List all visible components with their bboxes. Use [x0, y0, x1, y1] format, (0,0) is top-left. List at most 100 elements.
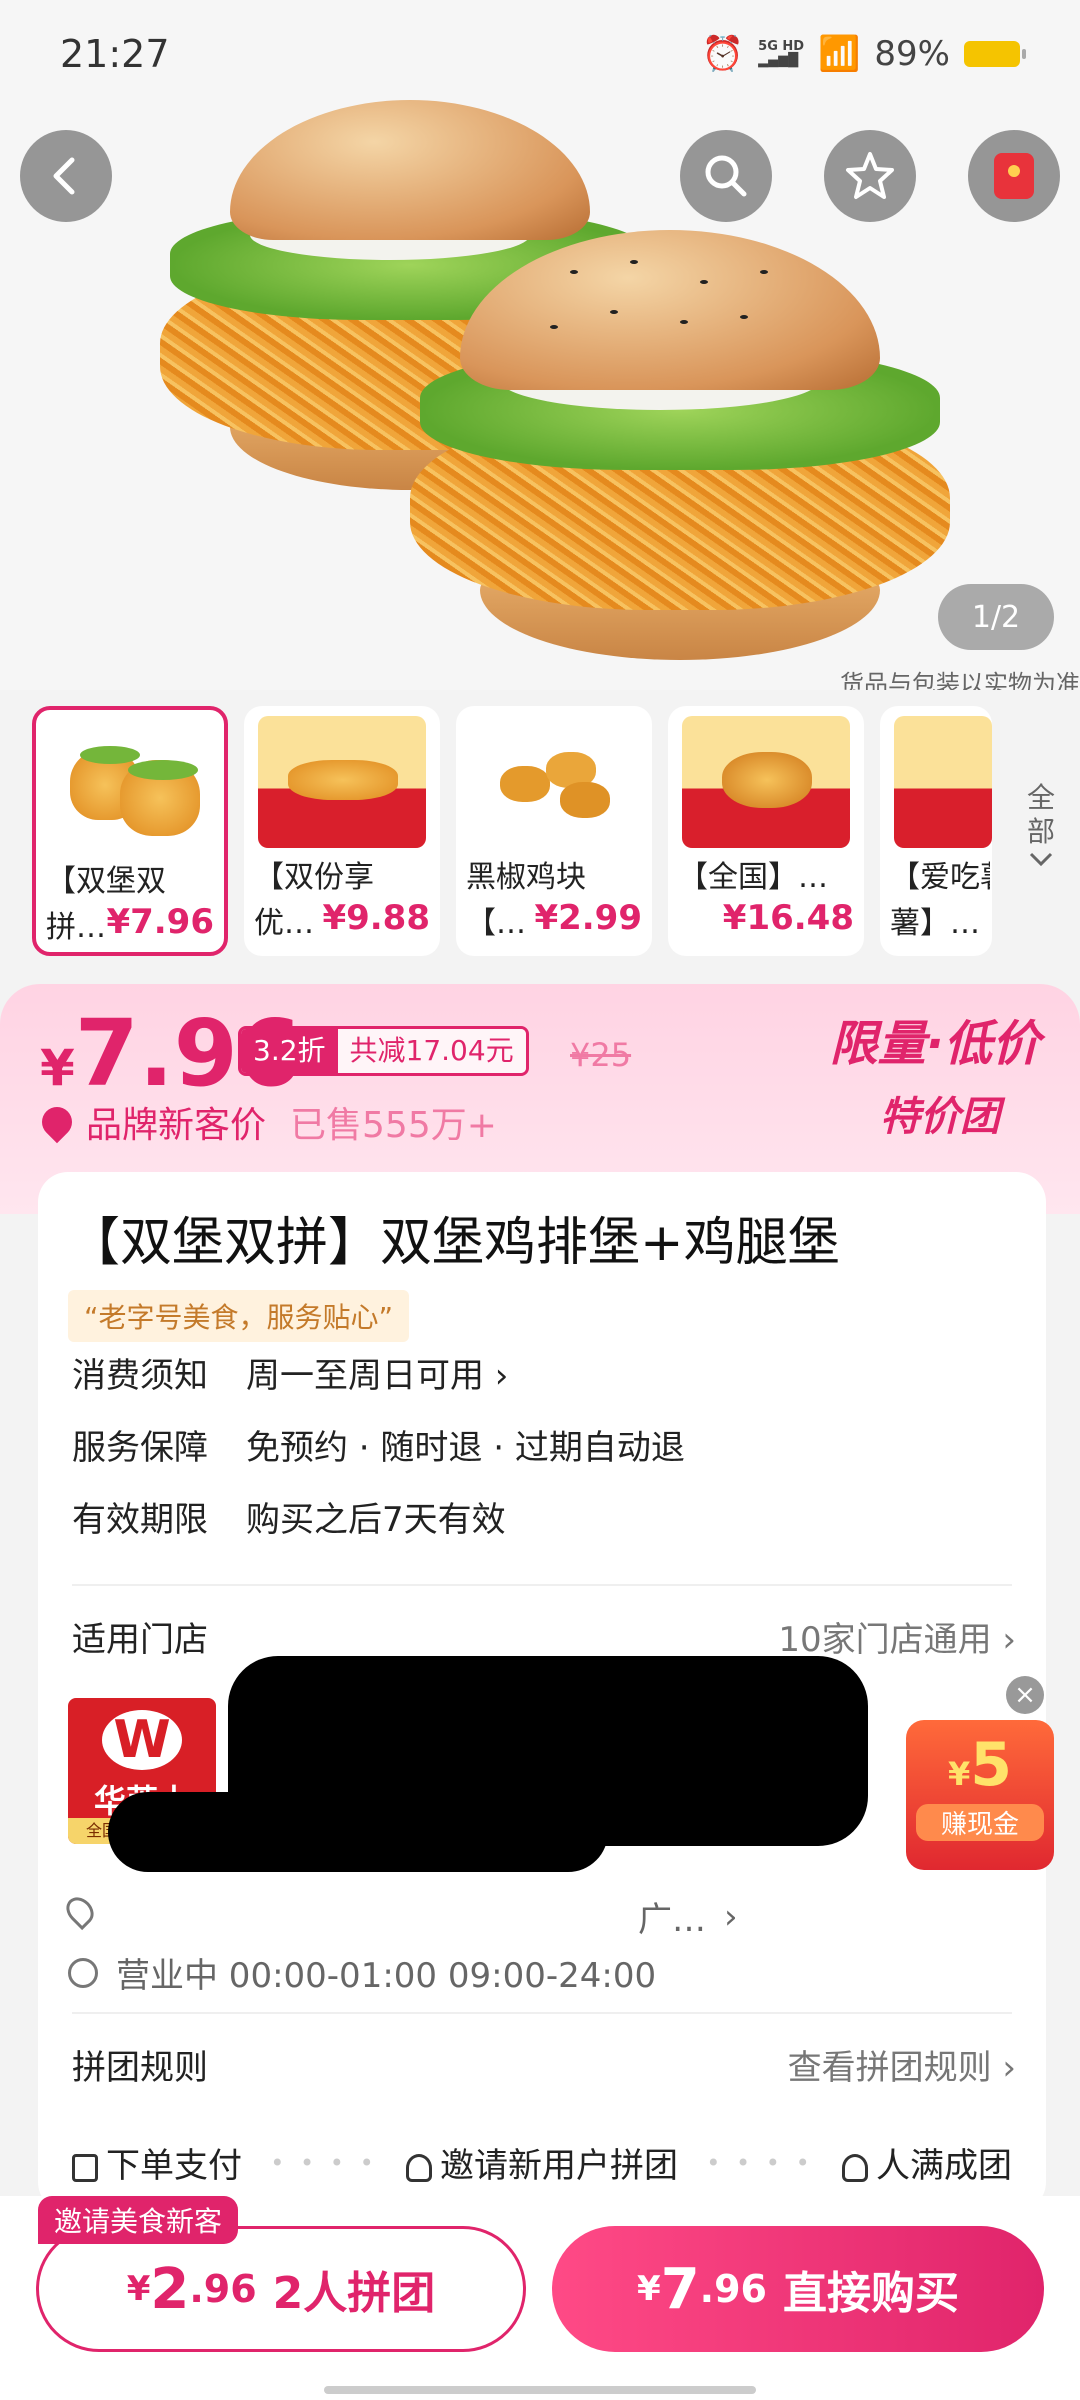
burger-image-right [400, 230, 960, 660]
info-row-validity: 有效期限 购买之后7天有效 [72, 1492, 506, 1541]
alarm-icon: ⏰ [701, 34, 745, 74]
thumbnail-title: 黑椒鸡块 [466, 860, 586, 895]
battery-icon [964, 41, 1026, 67]
store-hours: 营业中 00:00-01:00 09:00-24:00 [68, 1948, 656, 1997]
discount-tag[interactable]: 3.2折 共减17.04元 [238, 1026, 529, 1076]
brand-new-customer-line: 品牌新客价 已售555万+ [35, 1096, 497, 1148]
discount-rate: 3.2折 [241, 1029, 338, 1073]
thumbnail-title: 【双堡双 [46, 864, 166, 899]
battery-percent: 89% [874, 34, 950, 74]
info-row-usage[interactable]: 消费须知 周一至周日可用 › [72, 1348, 508, 1397]
group-price-dec: .96 [189, 2267, 257, 2311]
buy-price-currency: ¥ [637, 2269, 661, 2309]
logo-mark: W [102, 1710, 182, 1770]
thumbnail-image [470, 716, 638, 848]
add-user-icon [405, 2153, 432, 2182]
brand-new-customer-label: 品牌新客价 [86, 1105, 267, 1146]
divider [72, 2012, 1012, 2014]
carousel-page-indicator: 1/2 [938, 584, 1054, 650]
step-complete: 人满成团 [841, 2138, 1012, 2187]
info-value: 购买之后7天有效 [246, 1500, 506, 1540]
store-address[interactable]: 广… › [638, 1892, 738, 1941]
promo-line-1: 限量·低价 [829, 1016, 1040, 1072]
status-time: 21:27 [60, 32, 170, 76]
clock-icon [68, 1957, 98, 1988]
group-rules-heading: 拼团规则 [72, 2048, 208, 2088]
buy-price-int: 7 [660, 2256, 700, 2322]
promo-label: 限量·低价 特价团 [830, 1004, 1040, 1142]
thumbnail-title-2: 拼… [46, 910, 106, 945]
thumbnail-price: ¥16.48 [722, 898, 854, 938]
chevron-right-icon: › [724, 1896, 738, 1937]
group-buy-label: 2人拼团 [272, 2268, 436, 2319]
location-pin-icon [60, 1891, 100, 1931]
chevron-down-icon [1029, 852, 1053, 867]
group-rules-link[interactable]: 查看拼团规则 › [788, 2040, 1016, 2089]
thumbnail-image [50, 720, 218, 852]
view-all-button[interactable]: 全 部 [1002, 690, 1080, 960]
lightning-badge-icon [35, 1100, 79, 1144]
info-row-guarantee: 服务保障 免预约 · 随时退 · 过期自动退 [72, 1420, 685, 1469]
thumbnail-item[interactable]: 【双份享 优… ¥9.88 [244, 706, 440, 956]
home-indicator[interactable] [324, 2386, 756, 2394]
wifi-icon: 📶 [818, 34, 861, 74]
star-icon [846, 152, 894, 199]
redacted-store-info [108, 1792, 608, 1872]
invite-tag: 邀请美食新客 [38, 2196, 239, 2244]
hours-text: 营业中 00:00-01:00 09:00-24:00 [116, 1956, 657, 1996]
group-steps: 下单支付 • • • • 邀请新用户拼团 • • • • 人满成团 [72, 2138, 1012, 2187]
signal-icon: 5G HD ▂▄▆█ [758, 39, 805, 68]
thumbnail-item[interactable]: 黑椒鸡块 【… ¥2.99 [456, 706, 652, 956]
buy-price-dec: .96 [699, 2267, 767, 2311]
favorite-button[interactable] [824, 130, 916, 222]
thumbnail-title-2: 薯】… [890, 906, 980, 941]
view-all-label-2: 部 [1026, 815, 1055, 848]
address-suffix: 广… [638, 1900, 706, 1940]
product-slogan: “老字号美食，服务贴心” [68, 1290, 410, 1342]
step-separator: • • • • [706, 2148, 814, 2177]
thumbnail-title: 【双份享 [254, 860, 374, 895]
image-disclaimer: 货品与包装以实物为准 [840, 670, 1080, 690]
thumbnail-price: ¥2.99 [534, 898, 642, 938]
earn-cash-widget[interactable]: ¥5 赚现金 [906, 1720, 1054, 1870]
back-button[interactable] [20, 130, 112, 222]
cash-amount: ¥5 [947, 1730, 1012, 1800]
thumbnail-strip: 【双堡双 拼… ¥7.96 【双份享 优… ¥9.88 黑椒鸡块 【… ¥2.9… [0, 706, 1080, 958]
thumbnail-price: ¥9.88 [322, 898, 430, 938]
thumbnail-item[interactable]: 【全国】… ¥16.48 [668, 706, 864, 956]
product-detail-card: 【双堡双拼】双堡鸡排堡+鸡腿堡 “老字号美食，服务贴心” 消费须知 周一至周日可… [38, 1172, 1046, 2212]
receipt-icon [72, 2153, 98, 2182]
red-packet-icon [994, 153, 1034, 199]
sold-count: 已售555万+ [290, 1105, 497, 1146]
red-packet-button[interactable] [968, 130, 1060, 222]
promo-line-2: 特价团 [880, 1094, 1000, 1140]
store-count-link[interactable]: 10家门店通用 › [778, 1612, 1016, 1661]
thumbnail-item[interactable]: 【爱吃薯 薯】… [880, 706, 992, 956]
product-image-carousel[interactable]: 1/2 货品与包装以实物为准 [0, 0, 1080, 690]
original-price: ¥25 [570, 1036, 632, 1074]
discount-savings: 共减17.04元 [337, 1029, 526, 1073]
thumbnail-title-2: 【… [466, 906, 526, 941]
info-label: 消费须知 [72, 1356, 208, 1396]
thumbnail-image [894, 716, 992, 848]
buy-now-button[interactable]: ¥ 7 .96 直接购买 [552, 2226, 1044, 2352]
search-button[interactable] [680, 130, 772, 222]
info-label: 服务保障 [72, 1428, 208, 1468]
step-invite: 邀请新用户拼团 [405, 2138, 678, 2187]
thumbnail-item[interactable]: 【双堡双 拼… ¥7.96 [32, 706, 228, 956]
thumbnail-title: 【全国】… [678, 860, 828, 895]
cash-label: 赚现金 [916, 1804, 1044, 1841]
group-price-currency: ¥ [126, 2269, 151, 2309]
info-value: 免预约 · 随时退 · 过期自动退 [246, 1428, 685, 1468]
product-title: 【双堡双拼】双堡鸡排堡+鸡腿堡 [68, 1213, 840, 1273]
group-price-int: 2 [150, 2256, 190, 2322]
thumbnail-image [682, 716, 850, 848]
search-icon [705, 155, 747, 197]
user-check-icon [841, 2153, 868, 2182]
group-buy-button[interactable]: ¥ 2 .96 2人拼团 [36, 2226, 526, 2352]
thumbnail-price: ¥7.96 [106, 902, 214, 942]
info-label: 有效期限 [72, 1500, 208, 1540]
thumbnail-title-2: 优… [254, 906, 314, 941]
step-pay: 下单支付 [72, 2138, 242, 2187]
close-cash-widget-button[interactable]: × [1006, 1676, 1044, 1714]
